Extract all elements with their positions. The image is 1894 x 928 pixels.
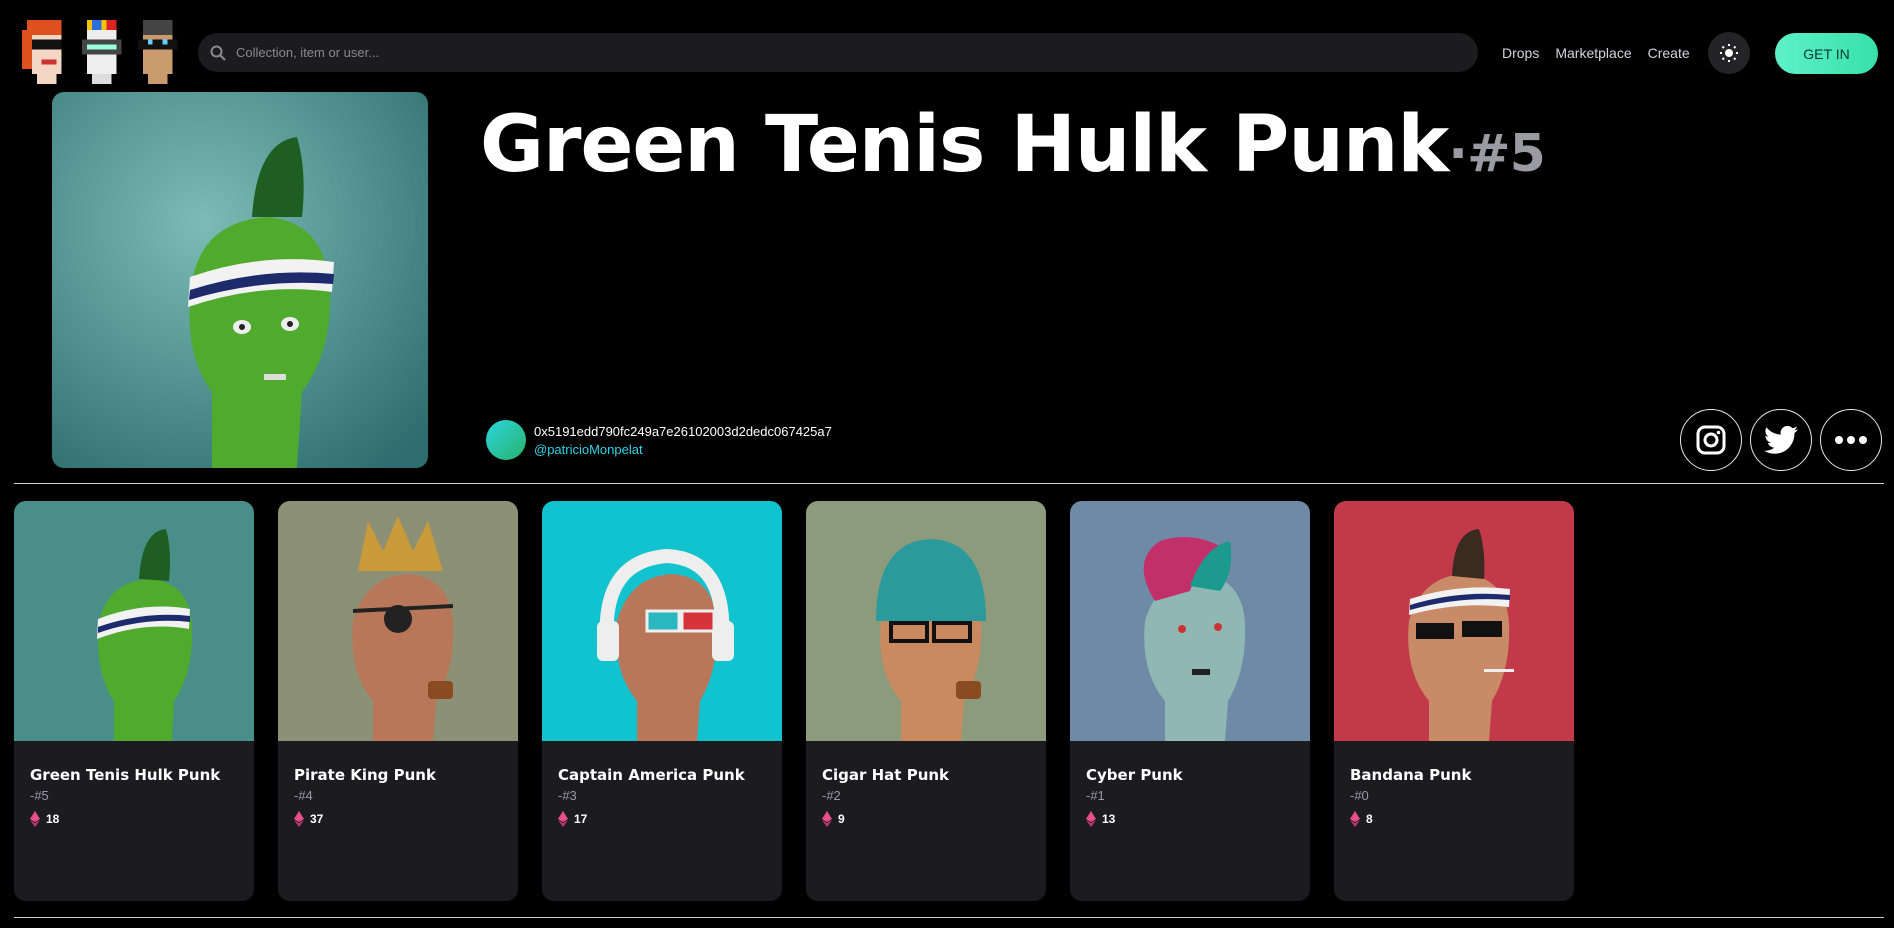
- nav-marketplace-link[interactable]: Marketplace: [1555, 45, 1631, 61]
- eth-icon: [822, 811, 832, 827]
- nft-card-name: Cigar Hat Punk: [822, 766, 950, 784]
- social-buttons: [1680, 409, 1882, 471]
- nft-card-id: -#3: [558, 788, 577, 803]
- divider: [14, 917, 1884, 918]
- owner-address: 0x5191edd790fc249a7e26102003d2dedc067425…: [534, 423, 832, 439]
- nft-card-name: Captain America Punk: [558, 766, 745, 784]
- nft-card[interactable]: Captain America Punk -#3 17: [542, 501, 782, 901]
- nft-card-image: [542, 501, 782, 741]
- search-icon: [210, 45, 226, 61]
- nft-card[interactable]: Pirate King Punk -#4 37: [278, 501, 518, 901]
- top-bar: Drops Marketplace Create GET IN: [0, 0, 1894, 104]
- punk-logo-vr-icon: [82, 20, 122, 84]
- nft-card[interactable]: Bandana Punk -#0 8: [1334, 501, 1574, 901]
- sun-icon: [1720, 44, 1738, 62]
- eth-icon: [1350, 811, 1360, 827]
- nft-card-price: 9: [822, 811, 1030, 827]
- nft-card[interactable]: Cyber Punk -#1 13: [1070, 501, 1310, 901]
- nft-card-price: 18: [30, 811, 238, 827]
- owner-avatar[interactable]: [486, 420, 526, 460]
- nft-card-id: -#0: [1350, 788, 1369, 803]
- nav-create-link[interactable]: Create: [1648, 45, 1690, 61]
- eth-icon: [30, 811, 40, 827]
- nft-card-image: [806, 501, 1046, 741]
- search-input[interactable]: [236, 45, 1436, 60]
- nft-card-image: [278, 501, 518, 741]
- punk-logo-red-hair-icon: [22, 20, 62, 84]
- nft-card-id: -#1: [1086, 788, 1105, 803]
- more-options-button[interactable]: [1820, 409, 1882, 471]
- nft-card-id: -#4: [294, 788, 313, 803]
- nft-card-name: Cyber Punk: [1086, 766, 1183, 784]
- nft-card-name: Bandana Punk: [1350, 766, 1472, 784]
- nft-card-price: 13: [1086, 811, 1294, 827]
- site-logo[interactable]: [22, 20, 182, 84]
- search-bar[interactable]: [198, 33, 1478, 72]
- nft-card[interactable]: Green Tenis Hulk Punk -#5 18: [14, 501, 254, 901]
- nft-card-image: [1334, 501, 1574, 741]
- nft-card-image: [14, 501, 254, 741]
- twitter-button[interactable]: [1750, 409, 1812, 471]
- eth-icon: [1086, 811, 1096, 827]
- divider: [14, 483, 1884, 484]
- item-title: Green Tenis Hulk Punk: [480, 100, 1449, 190]
- nft-card-price: 17: [558, 811, 766, 827]
- owner-handle-link[interactable]: @patricioMonpelat: [534, 442, 832, 457]
- eth-icon: [294, 811, 304, 827]
- more-icon: [1835, 436, 1867, 444]
- nav-drops-link[interactable]: Drops: [1502, 45, 1539, 61]
- nft-main-image[interactable]: [52, 92, 428, 468]
- nft-card-name: Green Tenis Hulk Punk: [30, 766, 221, 784]
- instagram-button[interactable]: [1680, 409, 1742, 471]
- nft-card-id: -#5: [30, 788, 49, 803]
- nft-card-price: 37: [294, 811, 502, 827]
- page-title: Green Tenis Hulk Punk·#5: [480, 100, 1546, 190]
- instagram-icon: [1696, 425, 1726, 455]
- item-number: ·#5: [1448, 124, 1546, 184]
- nft-card-image: [1070, 501, 1310, 741]
- twitter-icon: [1764, 425, 1798, 454]
- nft-card-id: -#2: [822, 788, 841, 803]
- main-nav: Drops Marketplace Create: [1502, 45, 1690, 61]
- theme-toggle-button[interactable]: [1708, 32, 1750, 74]
- nft-card-price: 8: [1350, 811, 1558, 827]
- punk-logo-glasses-icon: [137, 20, 178, 84]
- nft-card[interactable]: Cigar Hat Punk -#2 9: [806, 501, 1046, 901]
- eth-icon: [558, 811, 568, 827]
- get-in-button[interactable]: GET IN: [1775, 33, 1878, 74]
- collection-cards: Green Tenis Hulk Punk -#5 18 Pirate King…: [14, 501, 1574, 901]
- owner-info[interactable]: 0x5191edd790fc249a7e26102003d2dedc067425…: [486, 420, 832, 460]
- nft-card-name: Pirate King Punk: [294, 766, 436, 784]
